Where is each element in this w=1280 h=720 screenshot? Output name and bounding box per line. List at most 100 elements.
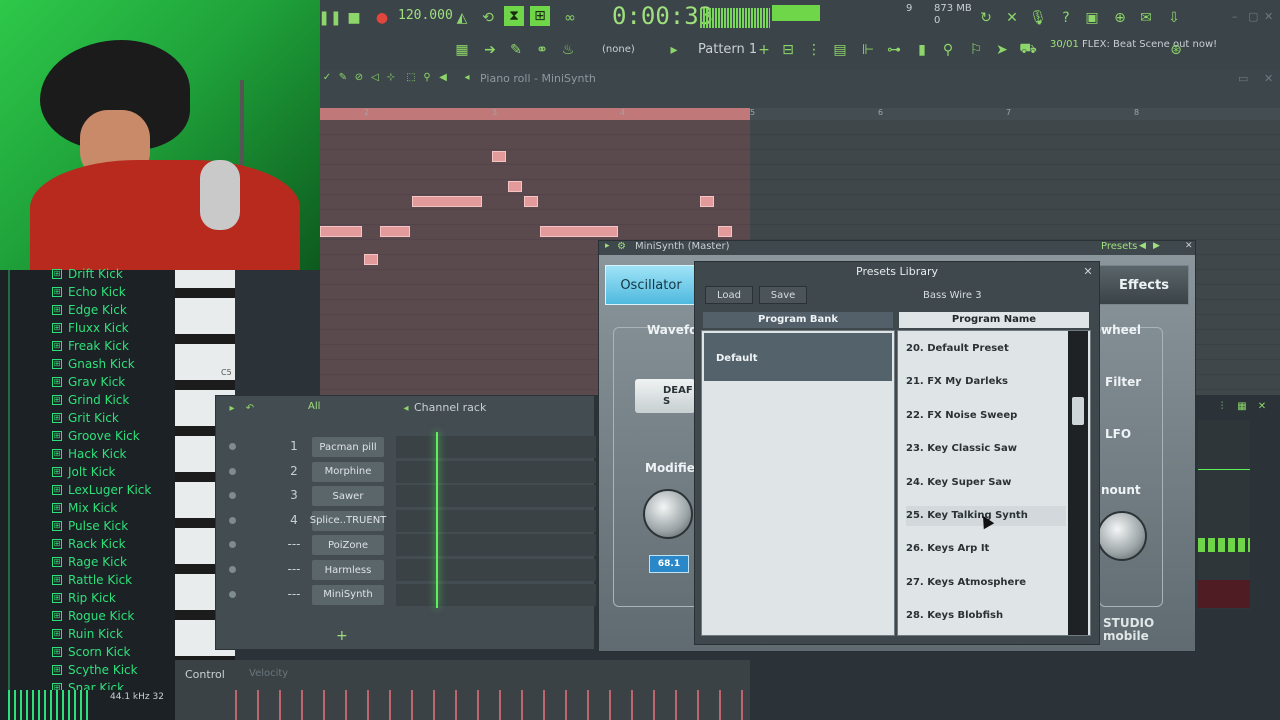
channel-led[interactable]	[229, 443, 236, 450]
channel-row[interactable]: --- MiniSynth	[224, 583, 596, 606]
minimize-icon[interactable]: –	[1232, 10, 1246, 24]
program-scrollbar[interactable]	[1068, 331, 1088, 635]
maximize-icon[interactable]: ▢	[1248, 10, 1262, 24]
tab-oscillator[interactable]: Oscillator	[605, 265, 697, 305]
delete-icon[interactable]: ⊘	[352, 70, 366, 84]
plugin-db-icon[interactable]: ⊶	[884, 40, 904, 60]
channel-name-button[interactable]: Sawer	[312, 486, 384, 507]
note-block[interactable]	[492, 151, 506, 162]
playlist-icon[interactable]: ▦	[452, 40, 472, 60]
add-pattern-icon[interactable]: +	[754, 40, 774, 60]
channel-name-button[interactable]: PoiZone	[312, 535, 384, 556]
browser-item[interactable]: ⊞ Rack Kick	[52, 535, 126, 553]
channel-number[interactable]: ---	[284, 562, 304, 576]
browser-item[interactable]: ⊞ Freak Kick	[52, 337, 129, 355]
step-edit-icon[interactable]: ⊞	[530, 6, 550, 26]
select-icon[interactable]: ⬚	[404, 70, 418, 84]
modifier-value[interactable]: 68.1	[649, 555, 689, 573]
send-icon[interactable]: ➤	[992, 40, 1012, 60]
plugin-icon[interactable]: ⊕	[1110, 8, 1130, 28]
tools-icon[interactable]: ✕	[1002, 8, 1022, 28]
program-item[interactable]: 23. Key Classic Saw	[906, 439, 1066, 459]
note-block[interactable]	[380, 226, 410, 237]
ms-gear-icon[interactable]: ⚙	[617, 241, 626, 252]
help-icon[interactable]: ?	[1056, 8, 1076, 28]
browser-item[interactable]: ⊞ Scorn Kick	[52, 643, 130, 661]
timeline-ruler-right[interactable]	[750, 108, 1280, 120]
velocity-bars[interactable]	[235, 690, 745, 720]
channel-name-button[interactable]: Harmless	[312, 560, 384, 580]
file-icon[interactable]: ▮	[912, 40, 932, 60]
channel-name-button[interactable]: Pacman pill	[312, 437, 384, 457]
presets-menu[interactable]: Presets	[1101, 241, 1137, 252]
browser-item[interactable]: ⊞ Rattle Kick	[52, 571, 132, 589]
note-block[interactable]	[412, 196, 482, 207]
pr-minimize-icon[interactable]: ▭	[1238, 72, 1252, 86]
browser-item[interactable]: ⊞ Rogue Kick	[52, 607, 134, 625]
note-block[interactable]	[364, 254, 378, 265]
metronome-icon[interactable]: ◭	[452, 8, 472, 28]
cart-icon[interactable]: ⛟	[1018, 40, 1038, 60]
note-block[interactable]	[320, 226, 362, 237]
download-icon[interactable]: ⇩	[1164, 8, 1184, 28]
record-icon[interactable]: ●	[372, 8, 392, 28]
channel-filter[interactable]: All	[308, 401, 320, 412]
amount-knob[interactable]	[1097, 511, 1147, 561]
ms-close-icon[interactable]: ✕	[1185, 241, 1193, 251]
arrow-right-icon[interactable]: ➔	[480, 40, 500, 60]
close-icon[interactable]: ✕	[1264, 10, 1278, 24]
browser-item[interactable]: ⊞ Rage Kick	[52, 553, 127, 571]
pattern-arrow-icon[interactable]: ▸	[664, 40, 684, 60]
mic-icon[interactable]: 🎙	[1028, 8, 1048, 28]
channel-led[interactable]	[229, 541, 236, 549]
tab-effects[interactable]: Effects	[1099, 265, 1189, 305]
channel-number[interactable]: ---	[284, 537, 304, 551]
program-item[interactable]: 22. FX Noise Sweep	[906, 406, 1066, 426]
save-icon[interactable]: ▣	[1082, 8, 1102, 28]
mute-icon[interactable]: ◁	[368, 70, 382, 84]
close-small-icon[interactable]: ✕	[1252, 396, 1272, 416]
channel-row[interactable]: --- Harmless	[224, 559, 596, 581]
channel-name-button[interactable]: Morphine	[312, 461, 384, 482]
channel-number[interactable]: 4	[284, 513, 304, 527]
save-button[interactable]: Save	[759, 286, 807, 304]
stamp-icon[interactable]: ♨	[558, 40, 578, 60]
grid-small-icon[interactable]: ▦	[1232, 396, 1252, 416]
refresh-icon[interactable]: ↻	[976, 8, 996, 28]
add-channel-button[interactable]: +	[336, 628, 348, 644]
channel-pattern[interactable]	[396, 436, 596, 458]
pr-close-icon[interactable]: ✕	[1264, 72, 1278, 86]
snap-selector[interactable]: (none)	[602, 44, 635, 55]
bank-item-default[interactable]: Default	[704, 333, 892, 381]
countdown-icon[interactable]: ⧗	[504, 6, 524, 26]
modifier-knob[interactable]	[643, 489, 693, 539]
browser-item[interactable]: ⊞ Mix Kick	[52, 499, 117, 517]
channel-row[interactable]: 4 Splice..TRUENT	[224, 509, 596, 532]
channel-pattern[interactable]	[396, 460, 596, 483]
filter-button[interactable]: Filter	[1105, 375, 1141, 389]
browser-item[interactable]: ⊞ LexLuger Kick	[52, 481, 151, 499]
channel-pattern[interactable]	[396, 559, 596, 581]
timeline-ruler[interactable]	[320, 108, 750, 120]
channel-pattern[interactable]	[396, 485, 596, 508]
chat-icon[interactable]: ✉	[1136, 8, 1156, 28]
channel-number[interactable]: 3	[284, 488, 304, 502]
browser-item[interactable]: ⊞ Jolt Kick	[52, 463, 115, 481]
step-row[interactable]	[1198, 538, 1250, 552]
channel-number[interactable]: 1	[284, 439, 304, 453]
load-button[interactable]: Load	[705, 286, 753, 304]
browser-item[interactable]: ⊞ Hack Kick	[52, 445, 127, 463]
mixer-icon[interactable]: ⊟	[778, 40, 798, 60]
program-item[interactable]: 26. Keys Arp It	[906, 539, 1066, 559]
wait-icon[interactable]: ⟲	[478, 8, 498, 28]
next-preset-icon[interactable]: ▶	[1153, 241, 1160, 251]
browser-item[interactable]: ⊞ Pulse Kick	[52, 517, 128, 535]
song-time-display[interactable]: 0:00:33	[612, 2, 713, 30]
chrack-undo-icon[interactable]: ↶	[240, 398, 260, 418]
loop-record-icon[interactable]: ∞	[560, 8, 580, 28]
stop-icon[interactable]: ■	[344, 8, 364, 28]
channel-number[interactable]: ---	[284, 587, 304, 601]
browser-item[interactable]: ⊞ Gnash Kick	[52, 355, 135, 373]
tempo-display[interactable]: 120.000	[398, 8, 453, 23]
channel-led[interactable]	[229, 516, 236, 524]
